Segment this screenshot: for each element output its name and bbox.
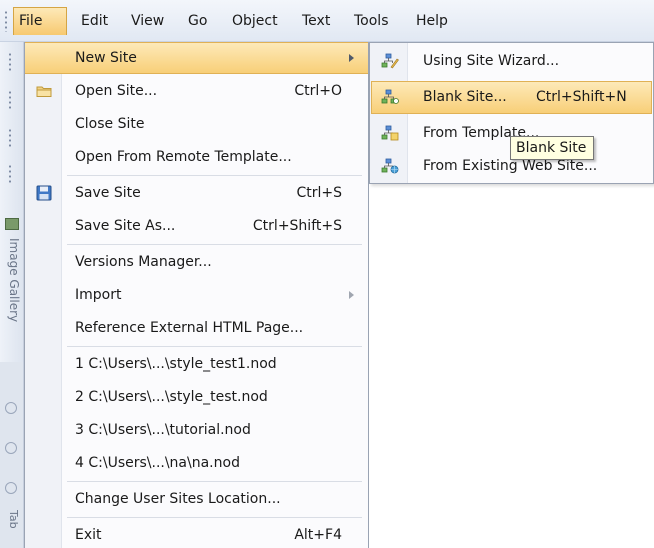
existing-site-icon — [381, 158, 399, 174]
side-panel-tab-label[interactable]: Tab — [4, 510, 20, 546]
submenu-arrow-icon — [349, 291, 354, 299]
file-menu-new-site[interactable]: New Site — [25, 42, 368, 74]
menu-tools-label: Tools — [354, 13, 389, 29]
menu-item-shortcut: Ctrl+O — [294, 83, 342, 99]
new-site-submenu: Using Site Wizard... Blank Site... Ctrl+… — [369, 42, 654, 184]
menu-go-label: Go — [188, 13, 208, 29]
file-menu-save-site-as[interactable]: Save Site As... Ctrl+Shift+S — [25, 210, 368, 242]
menu-separator — [67, 517, 362, 518]
file-menu-recent-3[interactable]: 3 C:\Users\...\tutorial.nod — [25, 414, 368, 446]
blank-site-tooltip: Blank Site — [510, 136, 594, 160]
menu-item-label: Blank Site... — [423, 89, 507, 105]
menu-bar: File Edit View Go Object Text Tools Help — [0, 0, 654, 42]
menu-item-label: 2 C:\Users\...\style_test.nod — [75, 389, 268, 405]
menu-help-label: Help — [416, 13, 448, 29]
file-menu-change-user-sites-location[interactable]: Change User Sites Location... — [25, 483, 368, 515]
menu-item-label: Using Site Wizard... — [423, 53, 560, 69]
menu-separator — [67, 175, 362, 176]
menu-item-label: Exit — [75, 527, 102, 543]
menu-item-shortcut: Alt+F4 — [294, 527, 342, 543]
file-menu-open-site[interactable]: Open Site... Ctrl+O — [25, 75, 368, 107]
menu-edit-label: Edit — [81, 13, 109, 29]
left-toolbar-strip: Image Gallery Tab — [0, 42, 24, 548]
menu-item-label: Open Site... — [75, 83, 158, 99]
file-menu-reference-external-html[interactable]: Reference External HTML Page... — [25, 312, 368, 344]
menu-tools[interactable]: Tools — [349, 7, 394, 35]
menu-edit[interactable]: Edit — [76, 7, 113, 35]
menu-item-label: Import — [75, 287, 122, 303]
toolbar-grip-icon[interactable] — [8, 164, 12, 184]
blank-site-icon — [381, 89, 399, 104]
menu-item-shortcut: Ctrl+Shift+N — [536, 89, 627, 105]
menu-separator — [67, 481, 362, 482]
menu-view-label: View — [131, 13, 165, 29]
toolbar-grip-icon[interactable] — [8, 52, 12, 72]
panel-tab-circle-icon[interactable] — [5, 402, 17, 414]
image-gallery-icon[interactable] — [5, 218, 19, 230]
menu-item-label: Save Site — [75, 185, 141, 201]
menu-text-label: Text — [302, 13, 331, 29]
menu-view[interactable]: View — [126, 7, 169, 35]
panel-tab-circle-icon[interactable] — [5, 482, 17, 494]
file-menu-save-site[interactable]: Save Site Ctrl+S — [25, 177, 368, 209]
file-menu-open-remote-template[interactable]: Open From Remote Template... — [25, 141, 368, 173]
menu-item-label: Save Site As... — [75, 218, 176, 234]
menu-item-label: Open From Remote Template... — [75, 149, 292, 165]
file-menu-dropdown: New Site Open Site... Ctrl+O Close Site … — [24, 42, 369, 548]
menu-help[interactable]: Help — [411, 7, 453, 35]
folder-icon — [36, 86, 52, 97]
menu-item-label: 3 C:\Users\...\tutorial.nod — [75, 422, 251, 438]
file-menu-recent-4[interactable]: 4 C:\Users\...\na\na.nod — [25, 447, 368, 479]
menu-file-label: File — [19, 13, 43, 29]
menu-separator — [67, 244, 362, 245]
menu-object[interactable]: Object — [227, 7, 283, 35]
menu-item-label: Versions Manager... — [75, 254, 212, 270]
menu-item-label: Reference External HTML Page... — [75, 320, 304, 336]
menu-separator — [67, 346, 362, 347]
file-menu-versions-manager[interactable]: Versions Manager... — [25, 246, 368, 278]
menu-item-shortcut: Ctrl+S — [296, 185, 342, 201]
menu-item-label: Close Site — [75, 116, 145, 132]
file-menu-close-site[interactable]: Close Site — [25, 108, 368, 140]
menu-file[interactable]: File — [13, 7, 67, 35]
menubar-grip-icon[interactable] — [4, 10, 8, 32]
file-menu-recent-2[interactable]: 2 C:\Users\...\style_test.nod — [25, 381, 368, 413]
floppy-disk-icon — [36, 185, 52, 201]
menu-item-shortcut: Ctrl+Shift+S — [252, 218, 342, 234]
menu-item-label: 4 C:\Users\...\na\na.nod — [75, 455, 240, 471]
menu-object-label: Object — [232, 13, 278, 29]
menu-item-label: Change User Sites Location... — [75, 491, 281, 507]
panel-tab-circle-icon[interactable] — [5, 442, 17, 454]
submenu-using-site-wizard[interactable]: Using Site Wizard... — [371, 45, 652, 78]
site-wizard-icon — [381, 53, 399, 69]
file-menu-recent-1[interactable]: 1 C:\Users\...\style_test1.nod — [25, 348, 368, 380]
submenu-arrow-icon — [349, 54, 354, 62]
toolbar-grip-icon[interactable] — [8, 128, 12, 148]
menu-item-label: New Site — [75, 50, 137, 66]
toolbar-grip-icon[interactable] — [8, 90, 12, 110]
menu-go[interactable]: Go — [183, 7, 212, 35]
template-site-icon — [381, 125, 399, 141]
menu-text[interactable]: Text — [297, 7, 335, 35]
file-menu-import[interactable]: Import — [25, 279, 368, 311]
file-menu-exit[interactable]: Exit Alt+F4 — [25, 519, 368, 548]
menu-item-label: 1 C:\Users\...\style_test1.nod — [75, 356, 277, 372]
submenu-blank-site[interactable]: Blank Site... Ctrl+Shift+N — [371, 81, 652, 114]
